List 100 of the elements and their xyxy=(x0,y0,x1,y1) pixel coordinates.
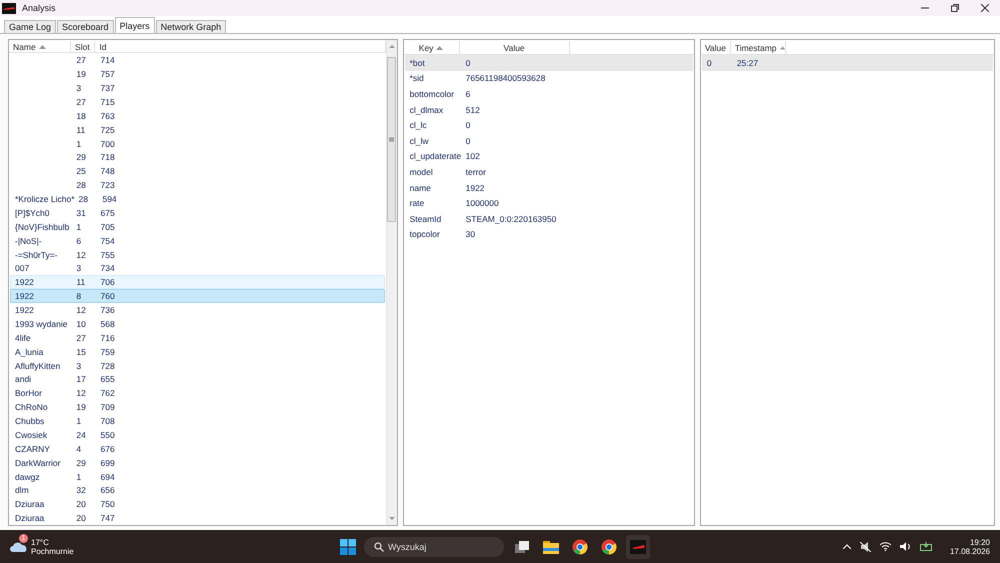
table-row[interactable]: ChRoNo 19 709 xyxy=(10,400,385,414)
table-cell-text: 594 xyxy=(101,194,118,204)
table-cell-text: 12 xyxy=(75,388,87,398)
column-header[interactable]: Value xyxy=(460,41,570,54)
table-row[interactable]: dlm 32 656 xyxy=(10,483,385,498)
table-cell-text: 20 xyxy=(75,499,87,510)
column-header[interactable]: Name xyxy=(9,41,72,52)
table-cell-text: Cwosiek xyxy=(14,430,48,440)
table-cell-text: bottomcolor xyxy=(408,88,456,99)
search-icon xyxy=(374,542,384,552)
column-header[interactable]: Key xyxy=(404,41,460,54)
column-header[interactable]: Slot xyxy=(71,41,96,52)
search-field[interactable]: Wyszukaj xyxy=(364,536,504,556)
table-cell-text: *Krolicze Licho* xyxy=(14,194,75,204)
table-row[interactable]: name 1922 xyxy=(404,180,693,196)
table-row[interactable]: [P]$Ych0 31 675 xyxy=(10,206,385,220)
table-cell-text: 3 xyxy=(75,360,82,371)
table-row[interactable]: 11 725 xyxy=(10,122,385,137)
table-cell-text: 715 xyxy=(99,96,116,107)
table-cell-text: 3 xyxy=(75,263,82,274)
table-cell-text: 725 xyxy=(99,124,116,135)
table-row[interactable]: 4life 27 716 xyxy=(10,330,385,345)
table-cell-text: 28 xyxy=(75,180,87,190)
table-row[interactable]: 007 3 734 xyxy=(10,261,385,276)
table-row[interactable]: andi 17 655 xyxy=(10,372,385,386)
tab[interactable]: Scoreboard xyxy=(57,20,114,33)
table-row[interactable]: A_lunia 15 759 xyxy=(10,344,385,359)
table-row[interactable]: 3 737 xyxy=(10,81,385,95)
table-row[interactable]: Cwosiek 24 550 xyxy=(10,428,385,442)
table-row[interactable]: 28 723 xyxy=(10,178,385,192)
start-icon[interactable] xyxy=(340,538,356,554)
column-header[interactable]: Timestamp xyxy=(730,41,786,54)
table-cell-text: Dziuraa xyxy=(14,499,46,510)
table-cell-text: 718 xyxy=(99,152,116,162)
table-row[interactable]: 1922 11 706 xyxy=(10,275,385,290)
table-cell-text: 29 xyxy=(75,152,87,162)
table-row[interactable]: Dziuraa 20 750 xyxy=(10,497,385,512)
table-row[interactable]: {NoV}Fishbulb 1 705 xyxy=(10,220,385,234)
table-row[interactable]: 1 700 xyxy=(10,136,385,150)
table-cell-text: model xyxy=(408,166,434,177)
table-row[interactable]: cl_lc 0 xyxy=(404,117,693,133)
table-cell-text: *bot xyxy=(408,58,426,68)
column-header[interactable]: Value xyxy=(700,41,731,54)
table-row[interactable]: DarkWarrior 29 699 xyxy=(10,456,385,470)
table-row[interactable]: CZARNY 4 676 xyxy=(10,442,385,456)
table-cell-text: 19 xyxy=(75,402,87,412)
table-row[interactable]: *sid 76561198400593628 xyxy=(404,70,693,86)
table-row[interactable]: *bot 0 xyxy=(404,55,693,71)
table-row[interactable]: *Krolicze Licho* 28 594 xyxy=(10,192,385,206)
table-row[interactable]: 29 718 xyxy=(10,150,385,164)
speaker-icon[interactable] xyxy=(900,542,911,551)
table-cell-text: SteamId xyxy=(408,214,442,224)
tab[interactable]: Players xyxy=(114,17,155,33)
table-row[interactable]: 18 763 xyxy=(10,108,385,123)
table-row[interactable]: BorHor 12 762 xyxy=(10,386,385,400)
table-row[interactable]: -|NoS|- 6 754 xyxy=(10,234,385,248)
table-row[interactable]: Chubbs 1 708 xyxy=(10,414,385,428)
table-cell-text: 676 xyxy=(99,444,116,454)
table-row[interactable]: SteamId STEAM_0:0:220163950 xyxy=(404,210,693,227)
table-row[interactable]: 27 715 xyxy=(10,94,385,109)
table-row[interactable]: 0 25:27 xyxy=(702,55,993,71)
table-cell-text: 20 xyxy=(75,513,87,524)
close-icon[interactable] xyxy=(981,4,989,12)
restore-icon[interactable] xyxy=(951,4,959,12)
table-row[interactable]: topcolor 30 xyxy=(404,226,693,242)
table-row[interactable]: Dziuraa 20 747 xyxy=(10,511,385,525)
clock-time: 19:20 xyxy=(970,538,990,546)
table-cell-text: cl_dlmax xyxy=(408,104,444,115)
table-cell-text: 1922 xyxy=(14,277,35,288)
table-row[interactable]: 1922 8 760 xyxy=(10,289,385,304)
table-cell-text: 1 xyxy=(75,222,82,232)
table-cell-text: rate xyxy=(408,198,426,208)
chevron-up-icon[interactable] xyxy=(842,544,851,549)
table-row[interactable]: 27 714 xyxy=(10,53,385,68)
table-row[interactable]: 1922 12 736 xyxy=(10,303,385,317)
wifi-icon[interactable] xyxy=(880,542,891,551)
table-cell-text: 705 xyxy=(99,222,116,232)
tab[interactable]: Network Graph xyxy=(156,20,226,33)
table-row[interactable]: 19 757 xyxy=(10,67,385,82)
table-row[interactable]: model terror xyxy=(404,164,693,180)
table-cell-text: 760 xyxy=(99,291,116,302)
table-row[interactable]: bottomcolor 6 xyxy=(404,86,693,102)
table-row[interactable]: cl_updaterate 102 xyxy=(404,148,693,164)
table-cell-text: 1993 wydanie xyxy=(14,318,68,329)
table-cell-text: 763 xyxy=(99,110,116,121)
table-row[interactable]: 1993 wydanie 10 568 xyxy=(10,316,385,331)
table-row[interactable]: -=Sh0rTy=- 12 755 xyxy=(10,248,385,262)
table-row[interactable]: dawgz 1 694 xyxy=(10,470,385,484)
table-row[interactable]: cl_lw 0 xyxy=(404,132,693,149)
app-logo-icon[interactable] xyxy=(626,534,650,558)
tab[interactable]: Game Log xyxy=(4,20,56,33)
table-cell-text: 736 xyxy=(99,305,116,316)
table-row[interactable]: AfluffyKitten 3 728 xyxy=(10,358,385,372)
table-row[interactable]: rate 1000000 xyxy=(404,195,693,211)
table-row[interactable]: 25 748 xyxy=(10,164,385,178)
table-row[interactable]: cl_dlmax 512 xyxy=(404,102,693,118)
table-cell-text: cl_updaterate xyxy=(408,151,462,162)
muted-icon[interactable] xyxy=(860,542,871,552)
table-cell-text: 12 xyxy=(75,305,87,316)
table-cell-text: 28 xyxy=(78,194,89,204)
